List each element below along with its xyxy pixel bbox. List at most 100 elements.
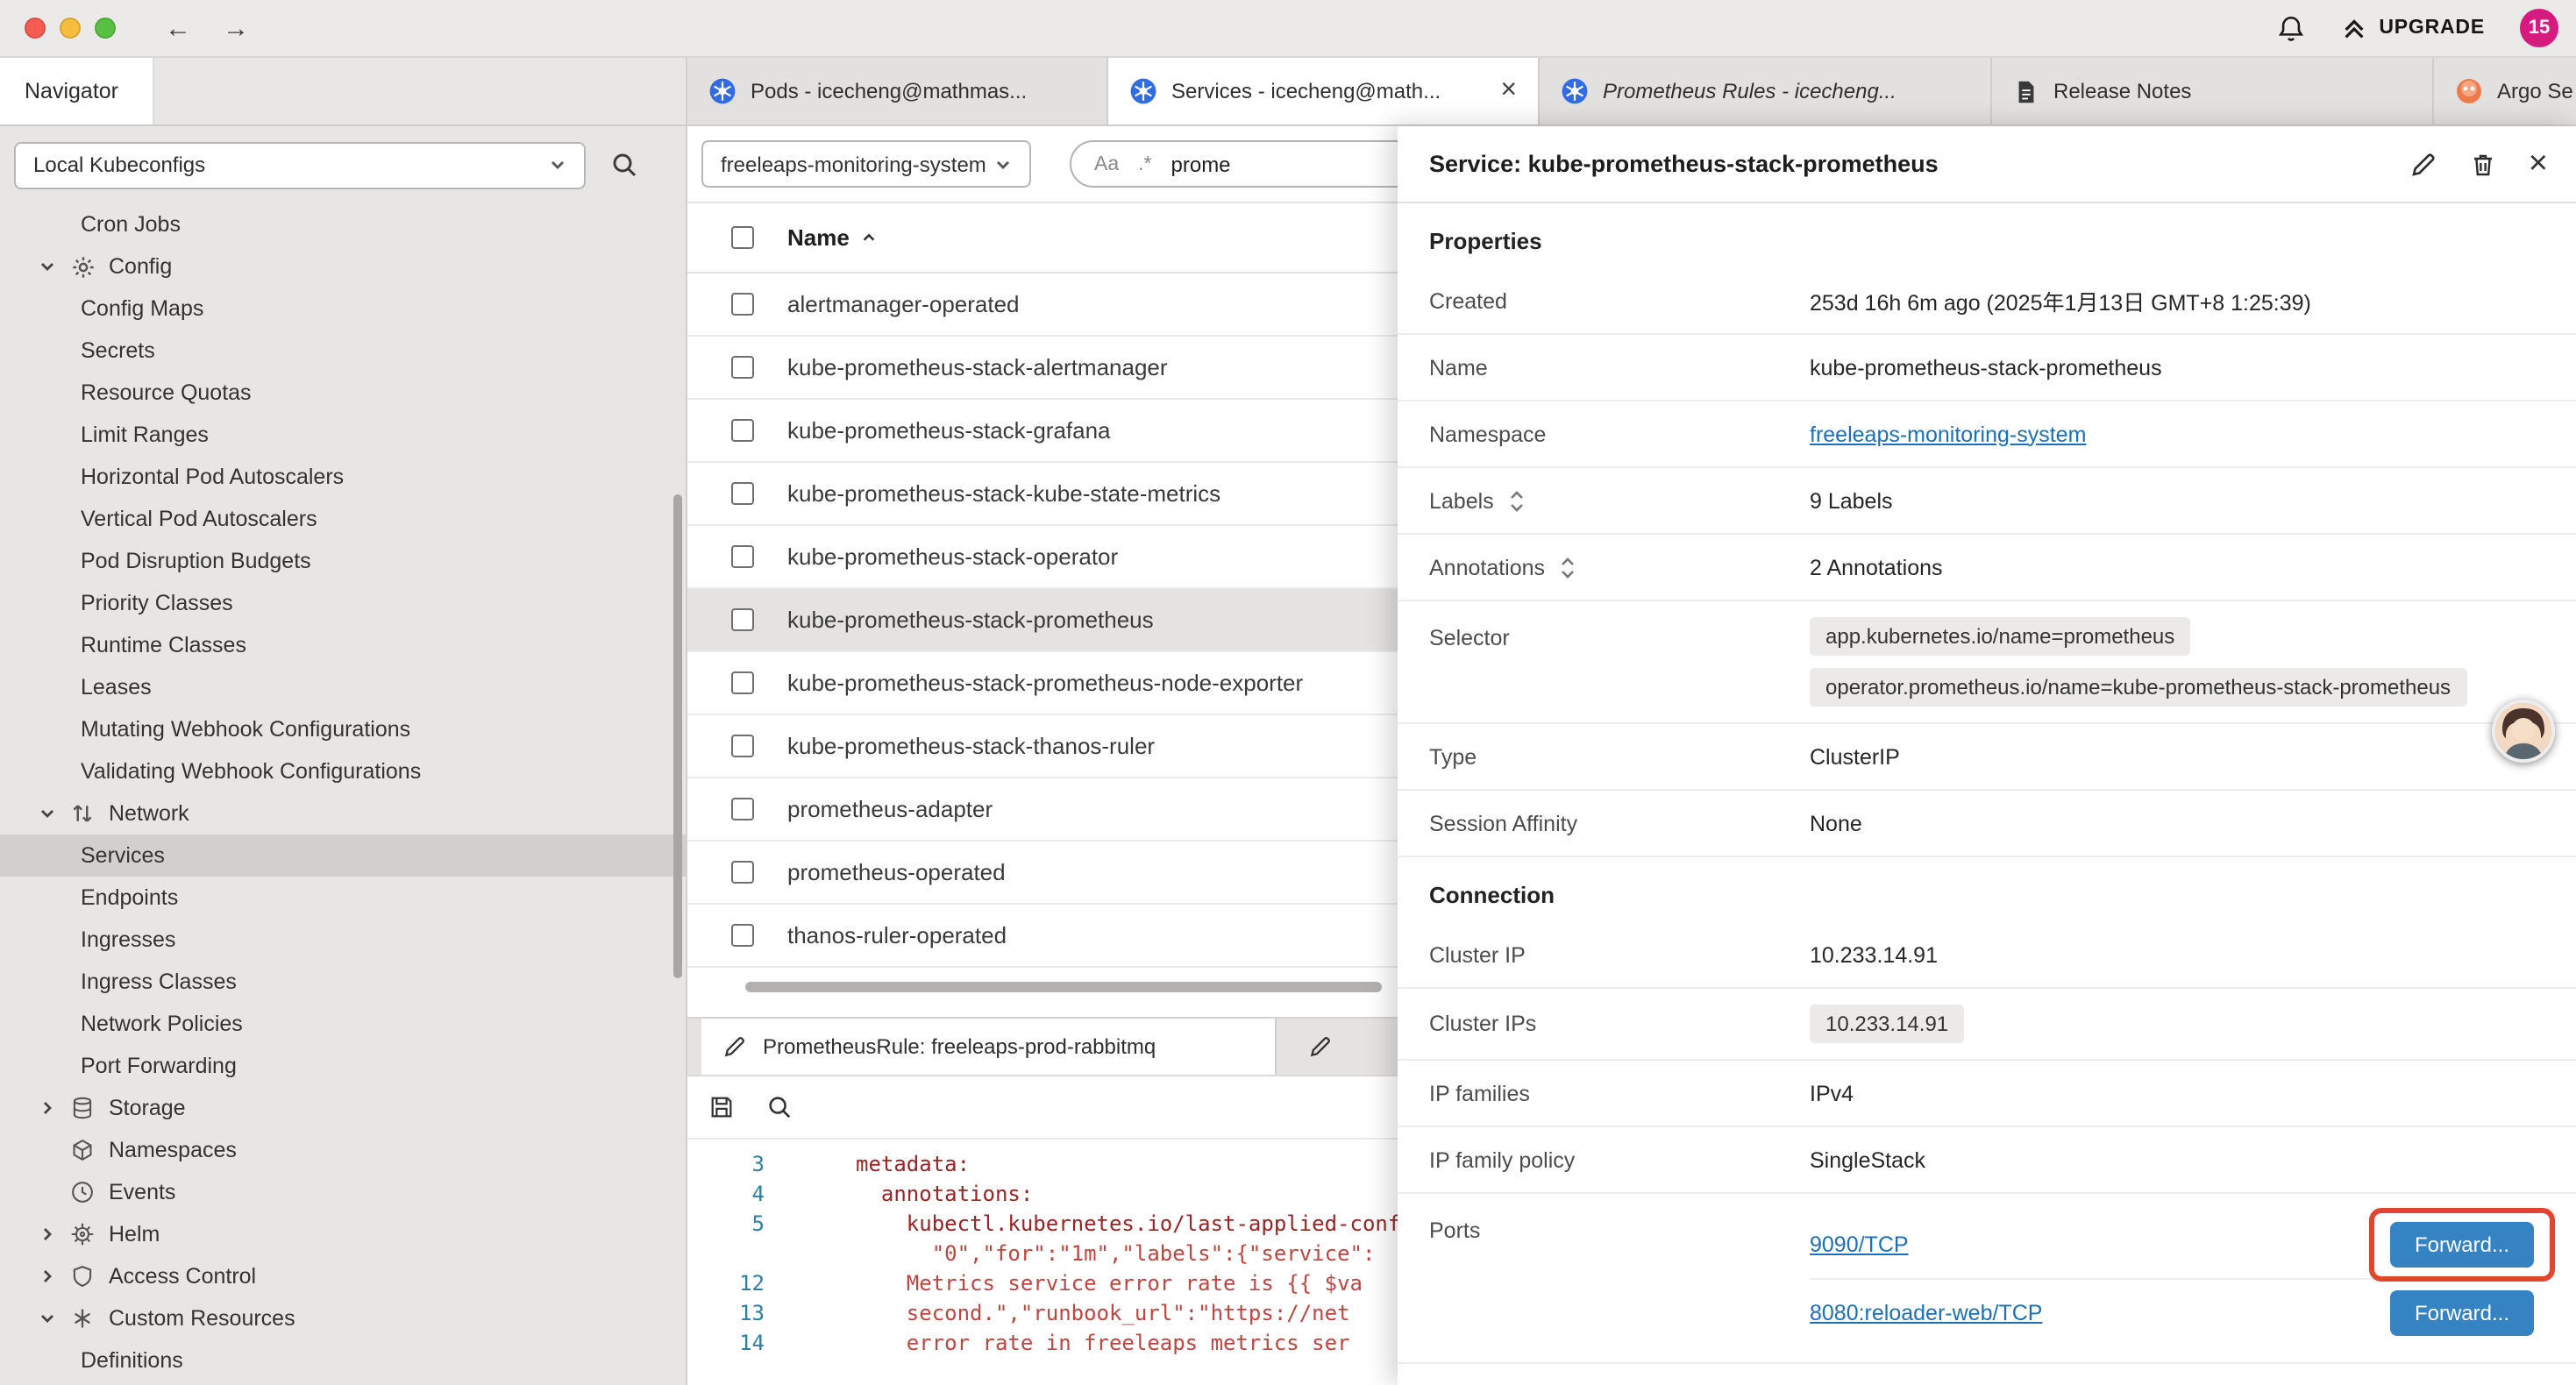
sidebar-item-access-control[interactable]: Access Control — [0, 1255, 686, 1297]
service-name: alertmanager-operated — [787, 291, 1020, 317]
tab-services-icecheng-math[interactable]: Services - icecheng@math...× — [1108, 58, 1540, 124]
expander-icon[interactable] — [1508, 488, 1526, 513]
sidebar-item-namespaces[interactable]: Namespaces — [0, 1129, 686, 1171]
sidebar-item-helm[interactable]: Helm — [0, 1213, 686, 1255]
upgrade-button[interactable]: UPGRADE — [2340, 15, 2485, 41]
minimize-window-button[interactable] — [60, 18, 81, 39]
save-icon[interactable] — [708, 1094, 735, 1120]
row-checkbox[interactable] — [731, 671, 754, 694]
name-column-header[interactable]: Name — [787, 224, 878, 251]
row-checkbox[interactable] — [731, 482, 754, 505]
k8s-icon — [1129, 77, 1157, 105]
sidebar-item-secrets[interactable]: Secrets — [0, 330, 686, 372]
sidebar-item-label: Ingress Classes — [0, 970, 237, 994]
service-name: kube-prometheus-stack-thanos-ruler — [787, 733, 1155, 759]
tab-release-notes[interactable]: Release Notes — [1992, 58, 2434, 124]
sidebar-item-config[interactable]: Config — [0, 245, 686, 288]
tab-prometheus-rules-icecheng[interactable]: Prometheus Rules - icecheng... — [1540, 58, 1992, 124]
delete-trash-icon[interactable] — [2469, 150, 2497, 178]
property-row-ports: Ports9090/TCPForward...8080:reloader-web… — [1398, 1194, 2576, 1364]
sidebar-item-storage[interactable]: Storage — [0, 1087, 686, 1129]
chevron-right-icon[interactable] — [39, 1225, 60, 1243]
sidebar-item-network-policies[interactable]: Network Policies — [0, 1003, 686, 1045]
sidebar-item-mutating-webhook-configurations[interactable]: Mutating Webhook Configurations — [0, 708, 686, 750]
tab-strip-tabs: Pods - icecheng@mathmas...Services - ice… — [687, 58, 2576, 124]
value-badge: operator.prometheus.io/name=kube-prometh… — [1810, 668, 2466, 707]
edit-pencil-icon[interactable] — [2409, 150, 2437, 178]
sidebar-item-ingresses[interactable]: Ingresses — [0, 919, 686, 961]
zoom-window-button[interactable] — [95, 18, 116, 39]
editor-search-icon[interactable] — [766, 1094, 793, 1120]
match-case-toggle[interactable]: Aa — [1094, 153, 1119, 174]
forward-button[interactable]: Forward... — [2390, 1221, 2534, 1267]
close-tab-icon[interactable]: × — [1500, 77, 1517, 105]
tab-argo-se[interactable]: Argo Se — [2434, 58, 2576, 124]
row-checkbox[interactable] — [731, 924, 754, 947]
sidebar-item-resource-quotas[interactable]: Resource Quotas — [0, 372, 686, 414]
port-link[interactable]: 8080:reloader-web/TCP — [1810, 1301, 2042, 1325]
user-avatar[interactable] — [2492, 700, 2555, 763]
row-checkbox[interactable] — [731, 545, 754, 568]
sidebar-item-endpoints[interactable]: Endpoints — [0, 877, 686, 919]
sidebar-item-services[interactable]: Services — [0, 835, 686, 877]
row-checkbox[interactable] — [731, 356, 754, 379]
row-checkbox[interactable] — [731, 735, 754, 757]
chevron-down-icon[interactable] — [39, 258, 60, 275]
sidebar-item-events[interactable]: Events — [0, 1171, 686, 1213]
line-text: metadata: — [786, 1150, 970, 1180]
chevron-right-icon[interactable] — [39, 1099, 60, 1117]
dock-tab-partial[interactable] — [1277, 1019, 1417, 1075]
sidebar-item-ingress-classes[interactable]: Ingress Classes — [0, 961, 686, 1003]
sidebar-search-icon[interactable] — [610, 151, 638, 179]
property-row-cluster-ips: Cluster IPs10.233.14.91 — [1398, 989, 2576, 1061]
navigator-tab[interactable]: Navigator — [0, 58, 154, 124]
row-checkbox[interactable] — [731, 608, 754, 631]
row-checkbox[interactable] — [731, 861, 754, 884]
property-link[interactable]: freeleaps-monitoring-system — [1810, 422, 2086, 446]
sidebar-item-leases[interactable]: Leases — [0, 666, 686, 708]
regex-toggle[interactable]: .* — [1138, 153, 1151, 174]
sidebar-item-custom-resources[interactable]: Custom Resources — [0, 1297, 686, 1339]
forward-button[interactable]: Forward... — [2390, 1290, 2534, 1336]
row-checkbox[interactable] — [731, 293, 754, 316]
chevron-down-icon[interactable] — [39, 1310, 60, 1327]
edit-pencil-icon — [1308, 1034, 1333, 1059]
sidebar-item-runtime-classes[interactable]: Runtime Classes — [0, 624, 686, 666]
section-heading-properties: Properties — [1398, 203, 2576, 268]
port-link[interactable]: 9090/TCP — [1810, 1232, 1909, 1256]
notification-count-badge[interactable]: 15 — [2520, 9, 2558, 47]
chevron-down-icon[interactable] — [39, 805, 60, 822]
forward-icon[interactable]: → — [223, 13, 249, 43]
sidebar-scrollbar[interactable] — [673, 494, 682, 978]
row-checkbox[interactable] — [731, 798, 754, 820]
ports-list: 9090/TCP Forward... 8080:reloader-web/TCP F… — [1810, 1210, 2544, 1346]
dock-tab-prometheusrule[interactable]: PrometheusRule: freeleaps-prod-rabbitmq — [701, 1019, 1277, 1075]
sidebar-item-network[interactable]: Network — [0, 792, 686, 835]
sidebar-item-cron-jobs[interactable]: Cron Jobs — [0, 203, 686, 245]
kubeconfig-selector[interactable]: Local Kubeconfigs — [14, 141, 586, 188]
notifications-bell-icon[interactable] — [2275, 13, 2305, 43]
tab-pods-icecheng-mathmas[interactable]: Pods - icecheng@mathmas... — [687, 58, 1108, 124]
close-window-button[interactable] — [25, 18, 46, 39]
sidebar-item-config-maps[interactable]: Config Maps — [0, 288, 686, 330]
expander-icon[interactable] — [1559, 555, 1576, 579]
sidebar-item-horizontal-pod-autoscalers[interactable]: Horizontal Pod Autoscalers — [0, 456, 686, 498]
property-row-cluster-ip: Cluster IP10.233.14.91 — [1398, 922, 2576, 989]
property-value: kube-prometheus-stack-prometheus — [1810, 355, 2544, 380]
back-icon[interactable]: ← — [165, 13, 191, 43]
select-all-checkbox[interactable] — [731, 226, 754, 249]
row-checkbox[interactable] — [731, 419, 754, 442]
gear-icon — [70, 253, 98, 280]
sidebar-item-pod-disruption-budgets[interactable]: Pod Disruption Budgets — [0, 540, 686, 582]
sidebar-item-port-forwarding[interactable]: Port Forwarding — [0, 1045, 686, 1087]
sidebar-item-label: Config Maps — [0, 296, 203, 321]
chevron-right-icon[interactable] — [39, 1268, 60, 1285]
close-icon[interactable]: × — [2529, 147, 2548, 181]
namespace-filter[interactable]: freeleaps-monitoring-system — [701, 140, 1031, 188]
sidebar-item-vertical-pod-autoscalers[interactable]: Vertical Pod Autoscalers — [0, 498, 686, 540]
sidebar-item-validating-webhook-configurations[interactable]: Validating Webhook Configurations — [0, 750, 686, 792]
horizontal-scrollbar[interactable] — [745, 982, 1382, 992]
sidebar-item-priority-classes[interactable]: Priority Classes — [0, 582, 686, 624]
sidebar-item-definitions[interactable]: Definitions — [0, 1339, 686, 1381]
sidebar-item-limit-ranges[interactable]: Limit Ranges — [0, 414, 686, 456]
